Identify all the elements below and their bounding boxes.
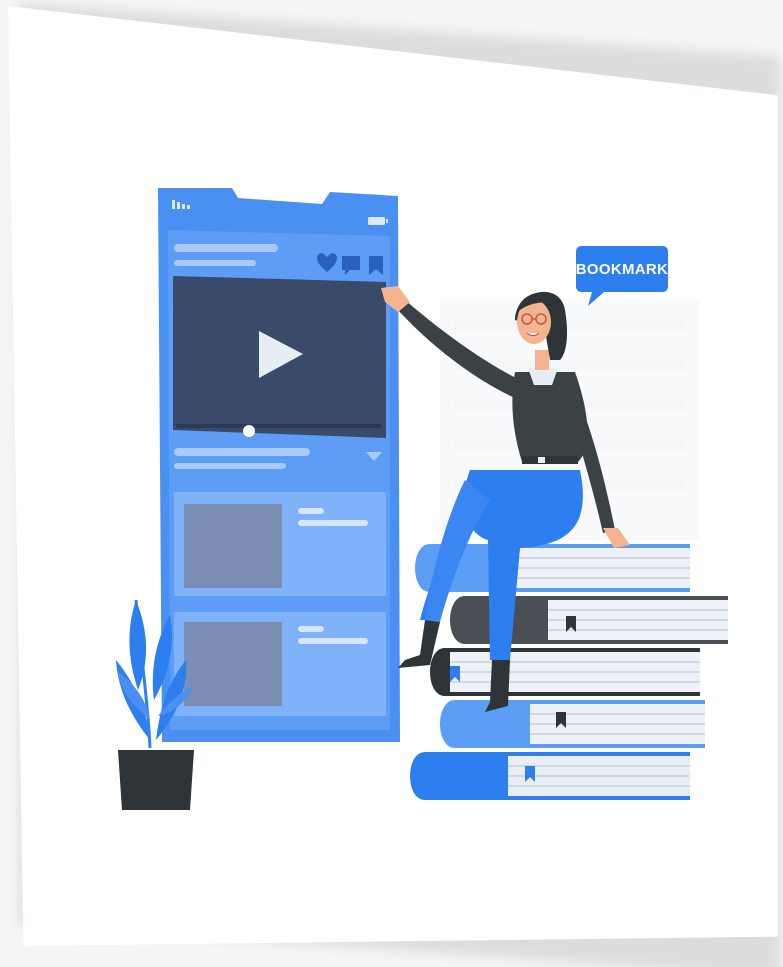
list-item[interactable] — [174, 492, 386, 596]
illustration-canvas: BOOKMARK — [0, 0, 783, 967]
video-progress-knob[interactable] — [243, 425, 255, 437]
header-line-1 — [174, 244, 278, 252]
video-progress-track[interactable] — [176, 424, 382, 428]
bookmark-illustration: BOOKMARK — [116, 188, 728, 810]
phone-mockup — [158, 188, 400, 742]
caption-line-1 — [174, 448, 310, 456]
caption-line-2 — [174, 463, 286, 469]
bookmark-speech-bubble: BOOKMARK — [576, 246, 668, 306]
list-item[interactable] — [174, 612, 386, 716]
speech-bubble-label: BOOKMARK — [576, 261, 668, 278]
header-line-2 — [174, 260, 256, 266]
video-player[interactable] — [173, 276, 386, 438]
book-stack — [410, 544, 728, 800]
